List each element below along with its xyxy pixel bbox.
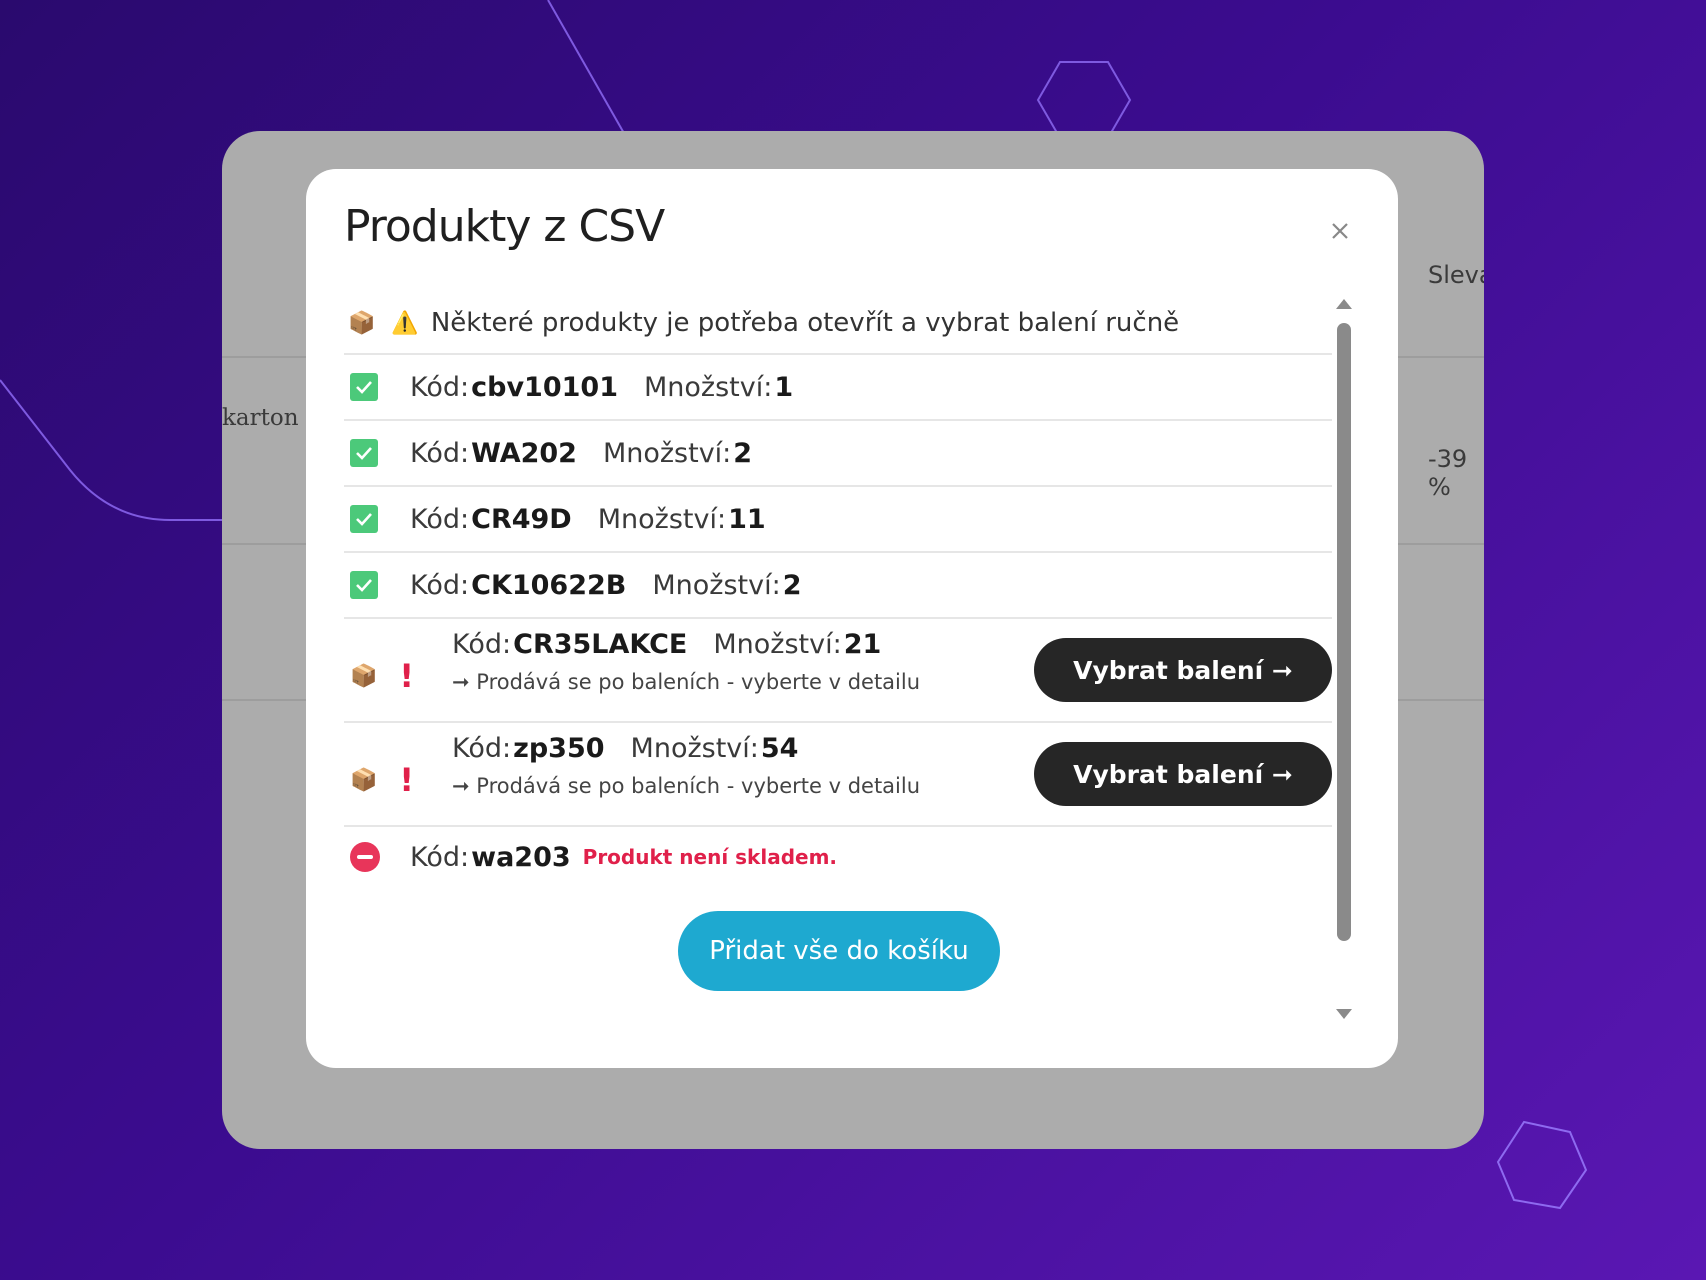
- code-label: Kód:: [452, 733, 512, 764]
- pack-note: ➞ Prodává se po baleních - vyberte v det…: [452, 774, 921, 798]
- box-icon: 📦: [348, 310, 376, 336]
- code-value: CR35LAKCE: [513, 629, 688, 660]
- code-value: wa203: [471, 841, 571, 873]
- add-all-to-cart-button[interactable]: Přidat vše do košíku: [678, 911, 1000, 991]
- hexagon-decoration: [1496, 1120, 1588, 1210]
- code-value: WA202: [471, 437, 577, 469]
- check-icon: [350, 505, 378, 533]
- qty-value: 1: [774, 371, 794, 403]
- hexagon-decoration: [1036, 61, 1132, 139]
- check-icon: [350, 571, 378, 599]
- check-icon: [350, 373, 378, 401]
- exclamation-icon: !: [399, 761, 414, 799]
- qty-label: Množství:: [644, 371, 773, 403]
- close-icon: [1332, 223, 1348, 239]
- close-button[interactable]: [1326, 217, 1354, 245]
- box-icon: 📦: [350, 663, 378, 689]
- list-item: Kód: cbv10101 Množství: 1: [344, 355, 1332, 421]
- code-value: CK10622B: [471, 569, 627, 601]
- csv-products-modal: Produkty z CSV 📦 ⚠️ Některé produkty je …: [306, 169, 1398, 1068]
- code-value: zp350: [513, 733, 605, 764]
- qty-label: Množství:: [713, 629, 842, 660]
- code-label: Kód:: [452, 629, 512, 660]
- list-item: Kód: WA202 Množství: 2: [344, 421, 1332, 487]
- code-value: CR49D: [471, 503, 572, 535]
- qty-label: Množství:: [630, 733, 759, 764]
- select-package-button[interactable]: Vybrat balení ➞: [1034, 742, 1332, 806]
- list-item: 📦 ! Kód: zp350 Množství: 54 ➞ Prodává se…: [344, 723, 1332, 827]
- column-header-discount: Sleva: [1428, 261, 1484, 289]
- list-item: Kód: wa203 Produkt není skladem.: [344, 827, 1332, 887]
- list-item: Kód: CR49D Množství: 11: [344, 487, 1332, 553]
- list-item: 📦 ! Kód: CR35LAKCE Množství: 21 ➞ Prodáv…: [344, 619, 1332, 723]
- warning-text: Některé produkty je potřeba otevřít a vy…: [430, 308, 1180, 338]
- warning-banner: 📦 ⚠️ Některé produkty je potřeba otevřít…: [344, 293, 1332, 355]
- box-icon: 📦: [350, 767, 378, 793]
- no-entry-icon: [350, 842, 380, 872]
- pack-note: ➞ Prodává se po baleních - vyberte v det…: [452, 670, 921, 694]
- out-of-stock-message: Produkt není skladem.: [582, 845, 838, 869]
- code-value: cbv10101: [471, 371, 618, 403]
- exclamation-icon: !: [399, 657, 414, 695]
- qty-value: 54: [760, 733, 799, 764]
- qty-value: 21: [843, 629, 882, 660]
- qty-label: Množství:: [597, 503, 727, 535]
- scrollbar[interactable]: [1334, 299, 1354, 1019]
- check-icon: [350, 439, 378, 467]
- list-item: Kód: CK10622B Množství: 2: [344, 553, 1332, 619]
- table-cell-product: karton: [222, 405, 299, 431]
- qty-label: Množství:: [602, 437, 732, 469]
- qty-value: 11: [728, 503, 766, 535]
- product-list: 📦 ⚠️ Některé produkty je potřeba otevřít…: [344, 293, 1332, 887]
- code-label: Kód:: [410, 841, 470, 873]
- warning-icon: ⚠️: [391, 310, 419, 336]
- code-label: Kód:: [410, 437, 470, 469]
- scroll-down-icon[interactable]: [1336, 1009, 1352, 1019]
- code-label: Kód:: [410, 371, 470, 403]
- scroll-up-icon[interactable]: [1336, 299, 1352, 309]
- code-label: Kód:: [410, 503, 470, 535]
- qty-value: 2: [782, 569, 802, 601]
- scrollbar-thumb[interactable]: [1337, 323, 1351, 941]
- qty-label: Množství:: [652, 569, 781, 601]
- code-label: Kód:: [410, 569, 470, 601]
- table-cell-discount: -39 %: [1428, 445, 1468, 501]
- modal-title: Produkty z CSV: [344, 201, 665, 252]
- select-package-button[interactable]: Vybrat balení ➞: [1034, 638, 1332, 702]
- qty-value: 2: [733, 437, 753, 469]
